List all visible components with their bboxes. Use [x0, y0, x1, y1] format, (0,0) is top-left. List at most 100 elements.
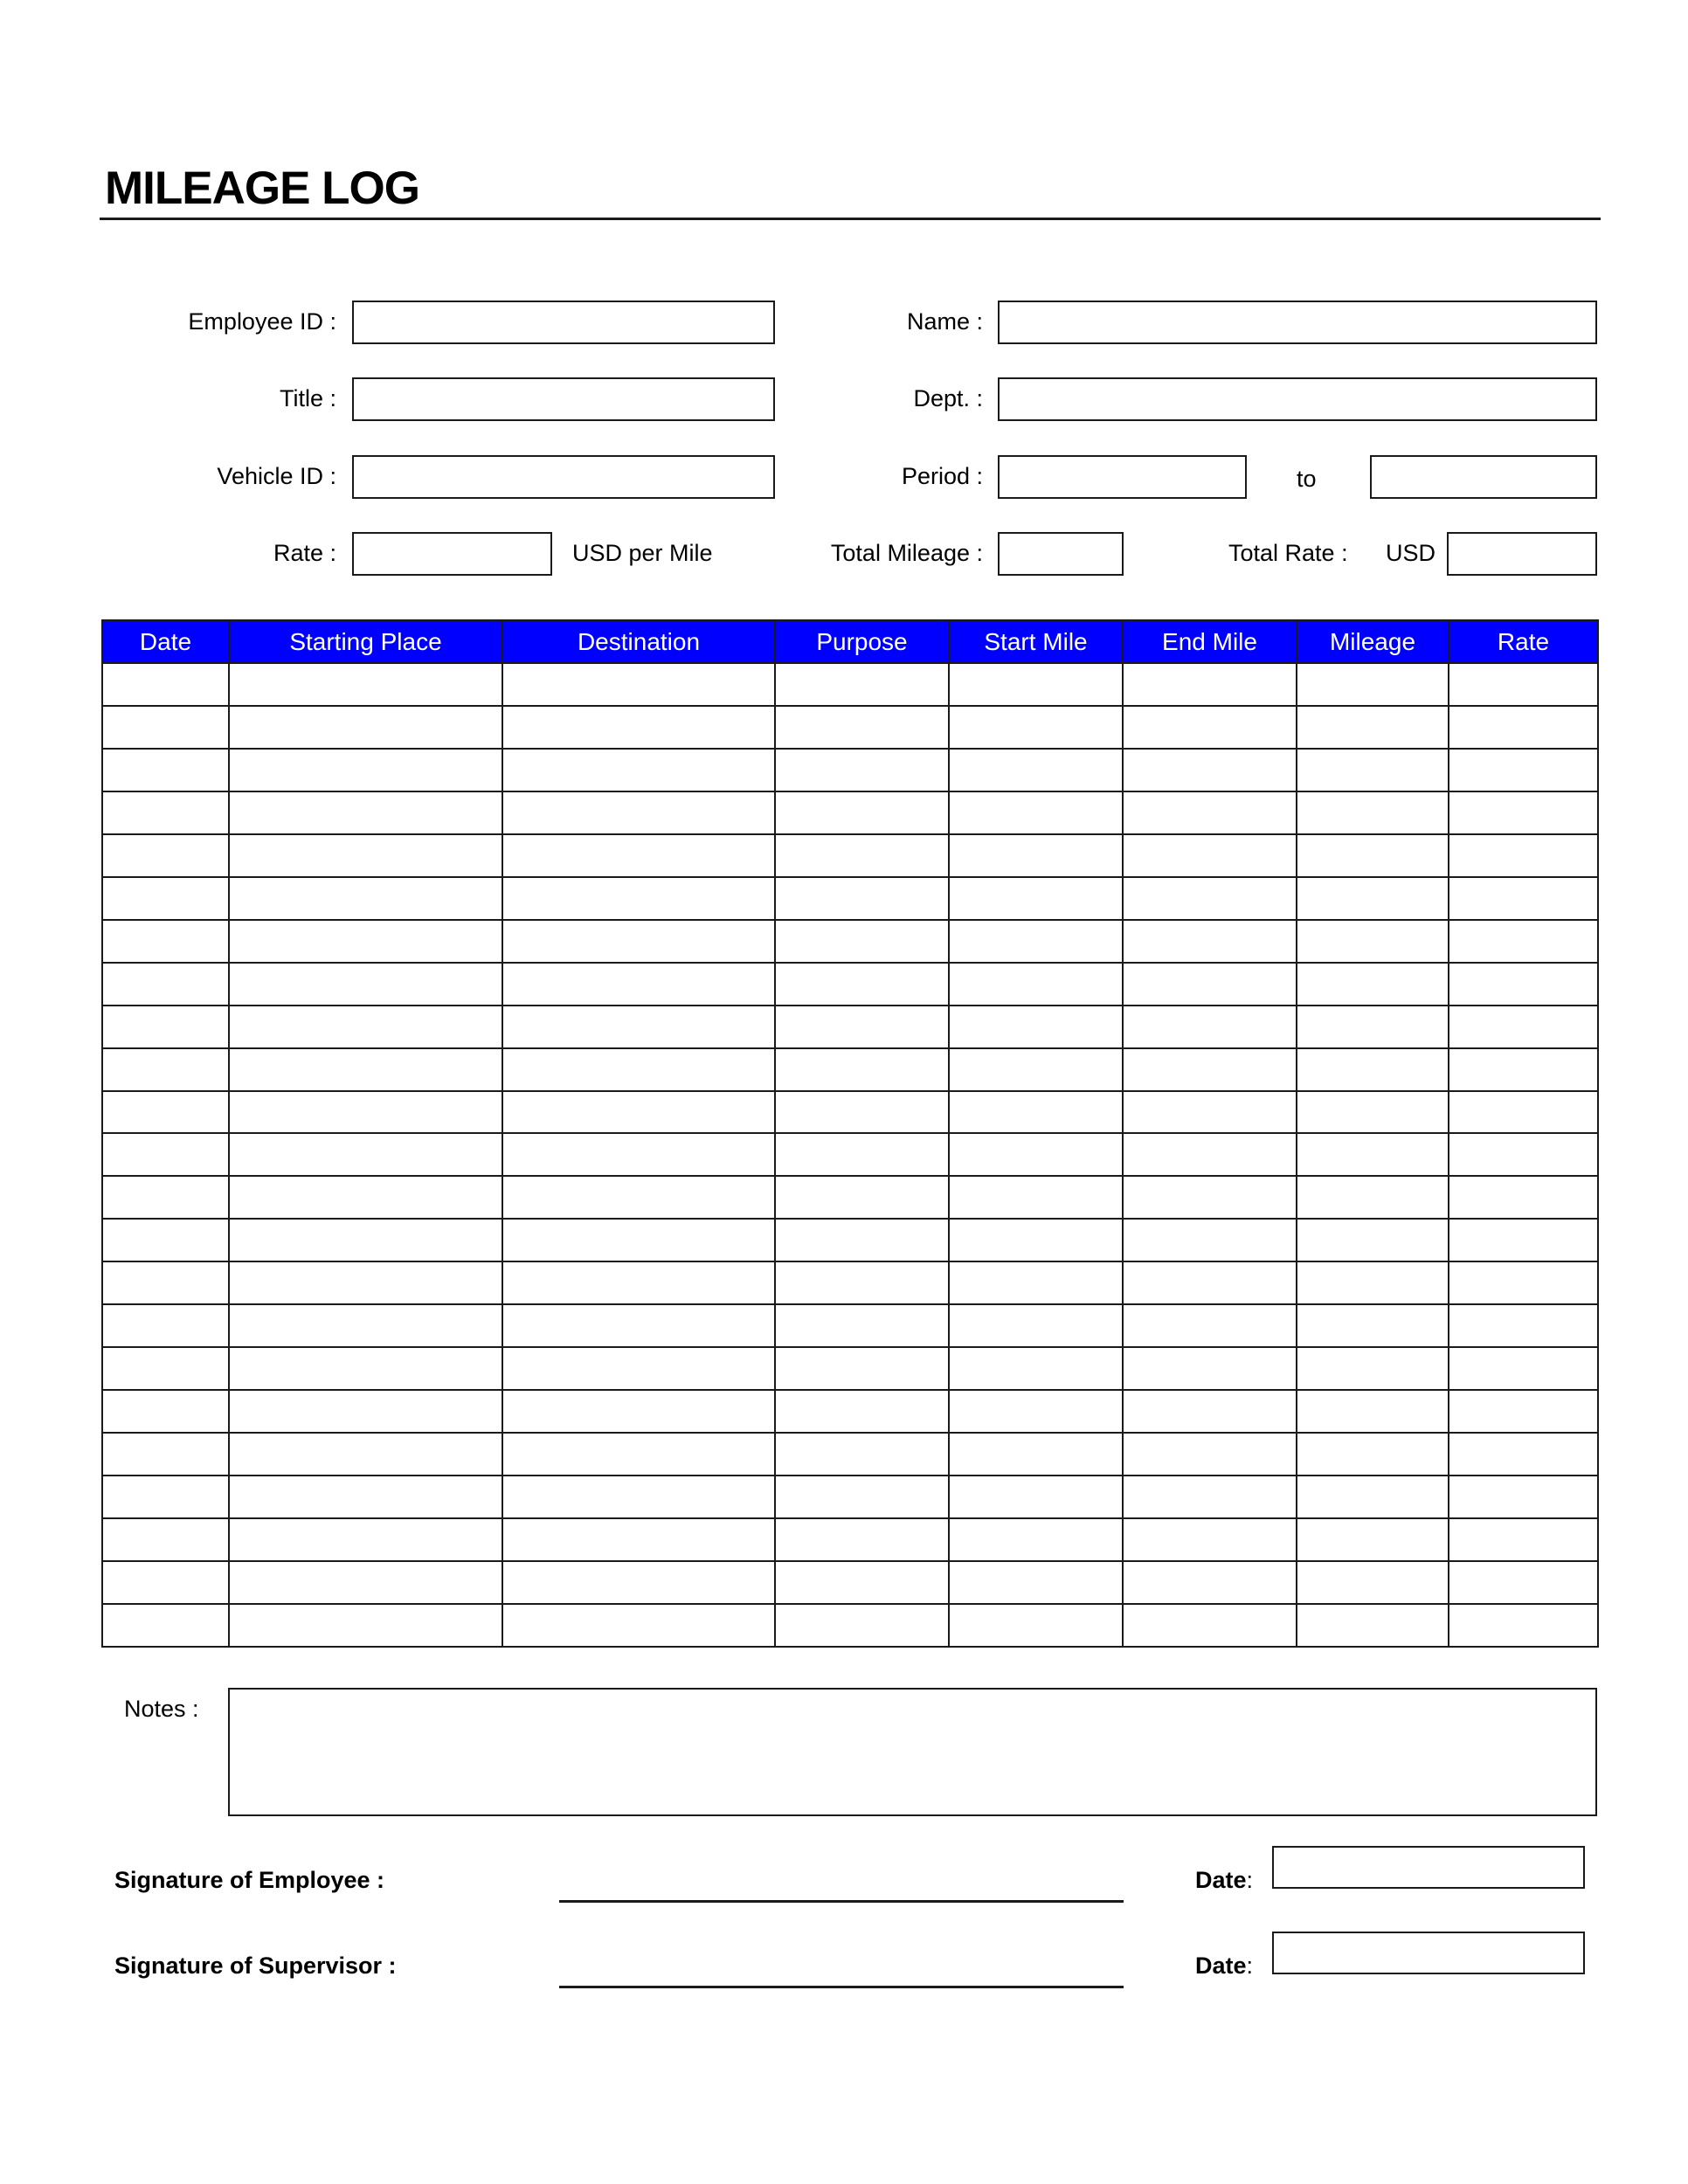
cell-date[interactable] — [101, 1517, 230, 1563]
cell-destination-input[interactable] — [503, 1476, 774, 1518]
cell-date-input[interactable] — [103, 1434, 228, 1476]
cell-destination[interactable] — [502, 1218, 776, 1263]
cell-destination-input[interactable] — [503, 920, 774, 962]
cell-date-input[interactable] — [103, 791, 228, 833]
cell-purpose[interactable] — [774, 1132, 950, 1178]
cell-destination-input[interactable] — [503, 1048, 774, 1090]
cell-rate[interactable] — [1448, 704, 1599, 750]
cell-purpose[interactable] — [774, 1218, 950, 1263]
cell-date-input[interactable] — [103, 1048, 228, 1090]
cell-rate[interactable] — [1448, 1175, 1599, 1220]
cell-purpose[interactable] — [774, 1047, 950, 1092]
cell-start-mile-input[interactable] — [950, 1305, 1122, 1347]
cell-mileage-input[interactable] — [1297, 963, 1448, 1005]
cell-mileage-input[interactable] — [1297, 1476, 1448, 1518]
cell-end-mile[interactable] — [1122, 1218, 1297, 1263]
cell-start-mile-input[interactable] — [950, 1091, 1122, 1133]
cell-end-mile[interactable] — [1122, 1089, 1297, 1135]
cell-destination[interactable] — [502, 875, 776, 921]
cell-date-input[interactable] — [103, 1348, 228, 1390]
name-field[interactable] — [998, 301, 1597, 344]
cell-rate-input[interactable] — [1449, 1305, 1597, 1347]
cell-start-mile[interactable] — [948, 1475, 1124, 1520]
cell-date-input[interactable] — [103, 749, 228, 791]
cell-purpose[interactable] — [774, 1175, 950, 1220]
dept-field[interactable] — [998, 377, 1597, 421]
period-from-input[interactable] — [1000, 457, 1245, 497]
cell-start-mile-input[interactable] — [950, 1134, 1122, 1176]
cell-date[interactable] — [101, 1389, 230, 1434]
cell-start-mile[interactable] — [948, 1346, 1124, 1392]
cell-starting-place-input[interactable] — [230, 834, 502, 876]
cell-starting-place-input[interactable] — [230, 791, 502, 833]
cell-purpose-input[interactable] — [776, 1604, 948, 1646]
cell-mileage[interactable] — [1296, 1004, 1449, 1049]
cell-mileage-input[interactable] — [1297, 1348, 1448, 1390]
cell-end-mile-input[interactable] — [1124, 749, 1296, 791]
cell-mileage[interactable] — [1296, 1047, 1449, 1092]
cell-end-mile-input[interactable] — [1124, 1091, 1296, 1133]
cell-end-mile[interactable] — [1122, 790, 1297, 835]
cell-mileage-input[interactable] — [1297, 1048, 1448, 1090]
cell-rate[interactable] — [1448, 918, 1599, 964]
cell-rate[interactable] — [1448, 1089, 1599, 1135]
cell-starting-place[interactable] — [228, 1602, 503, 1648]
cell-purpose-input[interactable] — [776, 1476, 948, 1518]
cell-mileage[interactable] — [1296, 662, 1449, 707]
cell-starting-place-input[interactable] — [230, 1305, 502, 1347]
cell-rate[interactable] — [1448, 1517, 1599, 1563]
cell-end-mile-input[interactable] — [1124, 664, 1296, 705]
cell-destination-input[interactable] — [503, 664, 774, 705]
cell-starting-place-input[interactable] — [230, 1476, 502, 1518]
cell-mileage-input[interactable] — [1297, 1562, 1448, 1603]
cell-start-mile-input[interactable] — [950, 1348, 1122, 1390]
cell-date[interactable] — [101, 704, 230, 750]
cell-rate-input[interactable] — [1449, 1434, 1597, 1476]
cell-end-mile[interactable] — [1122, 662, 1297, 707]
cell-purpose[interactable] — [774, 1432, 950, 1477]
cell-date-input[interactable] — [103, 1604, 228, 1646]
cell-destination-input[interactable] — [503, 1348, 774, 1390]
cell-start-mile[interactable] — [948, 790, 1124, 835]
cell-mileage[interactable] — [1296, 1346, 1449, 1392]
employee-date-input[interactable] — [1274, 1848, 1583, 1887]
cell-destination[interactable] — [502, 1303, 776, 1349]
cell-end-mile-input[interactable] — [1124, 1604, 1296, 1646]
cell-start-mile-input[interactable] — [950, 834, 1122, 876]
cell-rate-input[interactable] — [1449, 1519, 1597, 1561]
cell-starting-place-input[interactable] — [230, 920, 502, 962]
cell-end-mile-input[interactable] — [1124, 791, 1296, 833]
cell-purpose-input[interactable] — [776, 1305, 948, 1347]
cell-date-input[interactable] — [103, 1006, 228, 1047]
cell-purpose[interactable] — [774, 1602, 950, 1648]
cell-destination-input[interactable] — [503, 963, 774, 1005]
cell-end-mile[interactable] — [1122, 1175, 1297, 1220]
cell-start-mile-input[interactable] — [950, 664, 1122, 705]
cell-destination[interactable] — [502, 1175, 776, 1220]
cell-destination[interactable] — [502, 1004, 776, 1049]
cell-destination-input[interactable] — [503, 1391, 774, 1433]
cell-destination[interactable] — [502, 1389, 776, 1434]
cell-purpose[interactable] — [774, 833, 950, 878]
cell-starting-place-input[interactable] — [230, 706, 502, 748]
cell-purpose[interactable] — [774, 1004, 950, 1049]
cell-date[interactable] — [101, 1175, 230, 1220]
cell-mileage-input[interactable] — [1297, 1262, 1448, 1304]
cell-end-mile-input[interactable] — [1124, 1519, 1296, 1561]
cell-start-mile[interactable] — [948, 1047, 1124, 1092]
cell-end-mile-input[interactable] — [1124, 920, 1296, 962]
cell-starting-place[interactable] — [228, 1303, 503, 1349]
cell-date-input[interactable] — [103, 1391, 228, 1433]
cell-starting-place[interactable] — [228, 1175, 503, 1220]
cell-rate-input[interactable] — [1449, 1134, 1597, 1176]
supervisor-date-field[interactable] — [1272, 1932, 1585, 1974]
cell-destination[interactable] — [502, 747, 776, 792]
cell-starting-place-input[interactable] — [230, 1391, 502, 1433]
cell-starting-place-input[interactable] — [230, 1604, 502, 1646]
cell-mileage[interactable] — [1296, 918, 1449, 964]
cell-start-mile-input[interactable] — [950, 1006, 1122, 1047]
cell-purpose-input[interactable] — [776, 1134, 948, 1176]
cell-date-input[interactable] — [103, 834, 228, 876]
cell-purpose[interactable] — [774, 1346, 950, 1392]
cell-rate-input[interactable] — [1449, 1604, 1597, 1646]
